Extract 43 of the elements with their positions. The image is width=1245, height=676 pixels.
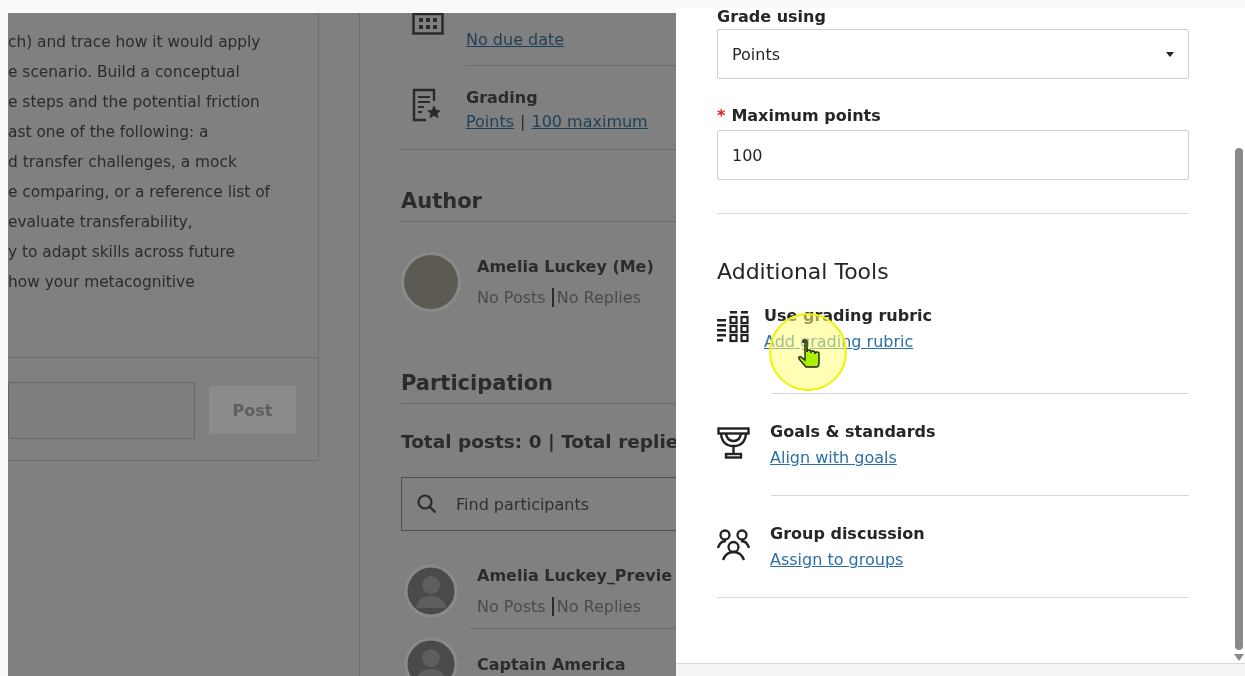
tool-title: Use grading rubric [764, 305, 933, 327]
comment-input-field[interactable] [8, 381, 195, 439]
tool-link[interactable]: Align with goals [770, 448, 897, 467]
description-text-line: y to adapt skills across future [8, 242, 235, 263]
grid-list-icon [717, 311, 750, 345]
avatar-photo-placeholder [404, 255, 458, 309]
description-text-line: e steps and the potential friction [8, 92, 260, 113]
additional-tools-heading: Additional Tools [717, 258, 890, 286]
participation-heading: Participation [401, 370, 555, 397]
participant-name: Amelia Luckey_Previe [477, 566, 673, 585]
tool-title: Group discussion [770, 523, 925, 545]
description-text-line: d transfer challenges, a mock [8, 152, 237, 173]
caret-icon [1166, 51, 1174, 57]
due-date-link[interactable]: No due date [466, 30, 565, 65]
description-text-line: ch) and trace how it would apply [8, 32, 261, 53]
participant-name: Captain America [477, 654, 626, 674]
separator-text: | [520, 112, 526, 131]
maximum-points-field[interactable]: 100 [717, 130, 1189, 180]
required-mark: * [717, 106, 726, 126]
avatar-silhouette-icon [404, 564, 458, 618]
search-icon [417, 494, 437, 514]
description-text-line: e comparing, or a reference list of [8, 182, 271, 203]
participant-name: Amelia Luckey (Me) [477, 257, 654, 276]
description-text-line: evaluate transferability, [8, 212, 193, 233]
people-group-icon [717, 529, 750, 561]
grading-link[interactable]: Points [466, 112, 515, 131]
scrollbar-thumb[interactable] [1235, 148, 1243, 650]
grade-using-dropdown[interactable]: Points [717, 29, 1189, 79]
grading-label: Grading [466, 88, 539, 108]
tool-title: Goals & standards [770, 421, 936, 443]
grading-link[interactable]: 100 maximum [531, 112, 648, 131]
tool-link[interactable]: Assign to groups [770, 550, 904, 569]
maximum-points-label: Maximum points [731, 106, 881, 126]
scroll-down-arrow-icon[interactable] [1234, 654, 1244, 661]
description-text-line: e scenario. Build a conceptual [8, 62, 240, 83]
author-heading: Author [401, 188, 483, 215]
grade-using-label: Grade using [717, 8, 827, 26]
description-text-line: ast one of the following: a [8, 122, 209, 143]
trophy-icon [717, 427, 750, 459]
find-participants-field[interactable]: Find participants [401, 477, 676, 531]
description-text-line: how your metacognitive [8, 272, 195, 293]
document-star-icon [412, 88, 442, 122]
calendar-icon [412, 13, 444, 35]
